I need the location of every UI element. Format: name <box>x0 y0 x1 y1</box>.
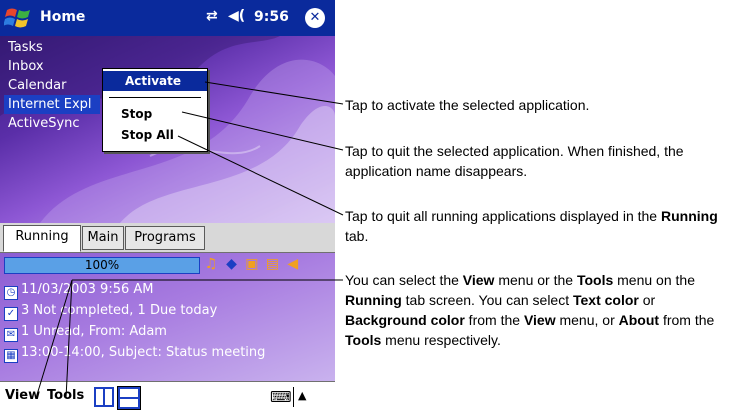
running-app-activesync[interactable]: ActiveSync <box>4 114 100 133</box>
callout-view-text: menu or the <box>494 272 577 288</box>
callout-stop-all-bold: Running <box>660 208 718 224</box>
close-button[interactable]: ✕ <box>305 8 325 28</box>
callout-view-bold: Background color <box>345 312 465 328</box>
view-menu[interactable]: View <box>5 388 40 403</box>
title-bar: Home ⇄ ◀( 9:56 ✕ <box>0 0 335 36</box>
connection-diamond-icon[interactable]: ◆ <box>223 256 239 272</box>
close-icon: ✕ <box>309 10 321 25</box>
tab-main[interactable]: Main <box>82 226 124 250</box>
start-menu-windows-flag-icon[interactable] <box>4 4 34 32</box>
pda-screen: Home ⇄ ◀( 9:56 ✕ Tasks Inbox Calendar In… <box>0 0 335 412</box>
callout-view-bold: About <box>618 312 660 328</box>
running-app-inbox[interactable]: Inbox <box>4 57 100 76</box>
today-calendar-row[interactable]: ▦ 13:00-14:00, Subject: Status meeting <box>4 343 265 363</box>
callout-stop-all-text: Tap to quit all running applications dis… <box>345 208 661 224</box>
memory-card-icon[interactable]: ▣ <box>244 256 260 272</box>
clock[interactable]: 9:56 <box>254 9 289 25</box>
today-panel: 100% ♫ ◆ ▣ ▤ ◀ ◷ 11/03/2003 9:56 AM ✓ 3 No… <box>0 253 335 381</box>
today-date: 11/03/2003 9:56 AM <box>21 282 154 297</box>
tab-strip: Running Main Programs <box>0 223 335 253</box>
callout-view-text: or <box>638 292 656 308</box>
callout-stop-all: Tap to quit all running applications dis… <box>345 206 737 246</box>
callout-view-text: You can select the <box>345 272 463 288</box>
display-settings-icon[interactable]: ▤ <box>264 256 280 272</box>
input-panel-arrow-icon[interactable]: ▲ <box>298 389 306 402</box>
keyboard-icon[interactable]: ⌨ <box>270 388 292 406</box>
battery-percent: 100% <box>84 258 120 272</box>
callout-view-bold: Tools <box>576 272 614 288</box>
callout-view-text: menu, or <box>555 312 619 328</box>
stop-all-menu-item[interactable]: Stop All <box>103 125 207 145</box>
window-title: Home <box>40 9 86 25</box>
today-tasks-row[interactable]: ✓ 3 Not completed, 1 Due today <box>4 301 217 321</box>
callout-view-bold: Tools <box>345 332 382 348</box>
callout-view-bold: View <box>523 312 556 328</box>
callout-view-bold: View <box>462 272 495 288</box>
today-inbox-row[interactable]: ✉ 1 Unread, From: Adam <box>4 322 167 342</box>
tasks-checkbox-icon: ✓ <box>4 307 18 321</box>
today-tasks: 3 Not completed, 1 Due today <box>21 303 218 318</box>
callout-view-bold: Text color <box>573 292 639 308</box>
running-app-calendar[interactable]: Calendar <box>4 76 100 95</box>
calendar-icon: ▦ <box>4 349 18 363</box>
status-icon-tray: ♫ ◆ ▣ ▤ ◀ <box>203 256 301 272</box>
battery-meter[interactable]: 100% <box>4 257 200 274</box>
envelope-icon: ✉ <box>4 328 18 342</box>
today-date-row[interactable]: ◷ 11/03/2003 9:56 AM <box>4 280 154 300</box>
stop-menu-item[interactable]: Stop <box>103 104 207 124</box>
callout-view-text: from the <box>464 312 524 328</box>
running-app-tasks[interactable]: Tasks <box>4 38 100 57</box>
sound-icon[interactable]: ◀ <box>285 256 301 272</box>
clock-icon: ◷ <box>4 286 18 300</box>
callout-view-text: menu respectively. <box>381 332 501 348</box>
input-panel-divider <box>293 387 294 407</box>
callout-view-text: tab screen. You can select <box>401 292 573 308</box>
callout-stop-all-suffix: tab. <box>345 228 369 244</box>
running-app-internet-explorer[interactable]: Internet Expl <box>4 95 100 114</box>
column-layout-button[interactable] <box>94 387 114 407</box>
callout-view-text: from the <box>659 312 715 328</box>
menu-bar: View Tools ⌨ ▲ <box>0 381 335 412</box>
today-inbox: 1 Unread, From: Adam <box>21 324 167 339</box>
today-calendar: 13:00-14:00, Subject: Status meeting <box>21 345 266 360</box>
tools-menu[interactable]: Tools <box>47 388 84 403</box>
callout-view-tools: You can select the View menu or the Tool… <box>345 270 737 350</box>
menu-separator <box>109 97 201 98</box>
tab-programs[interactable]: Programs <box>125 226 205 250</box>
speaker-note-icon[interactable]: ♫ <box>203 256 219 272</box>
callout-stop: Tap to quit the selected application. Wh… <box>345 143 684 179</box>
app-context-menu: Activate Stop Stop All <box>102 68 208 152</box>
callout-view-bold: Running <box>345 292 402 308</box>
activate-menu-item[interactable]: Activate <box>103 71 207 91</box>
callout-activate: Tap to activate the selected application… <box>345 97 590 113</box>
callout-view-text: menu on the <box>613 272 695 288</box>
row-layout-button[interactable] <box>118 387 140 409</box>
volume-icon[interactable]: ◀( <box>228 8 245 24</box>
connectivity-icon[interactable]: ⇄ <box>206 8 218 24</box>
tab-running[interactable]: Running <box>3 225 81 252</box>
running-app-list: Tasks Inbox Calendar Internet Expl Activ… <box>4 38 100 133</box>
